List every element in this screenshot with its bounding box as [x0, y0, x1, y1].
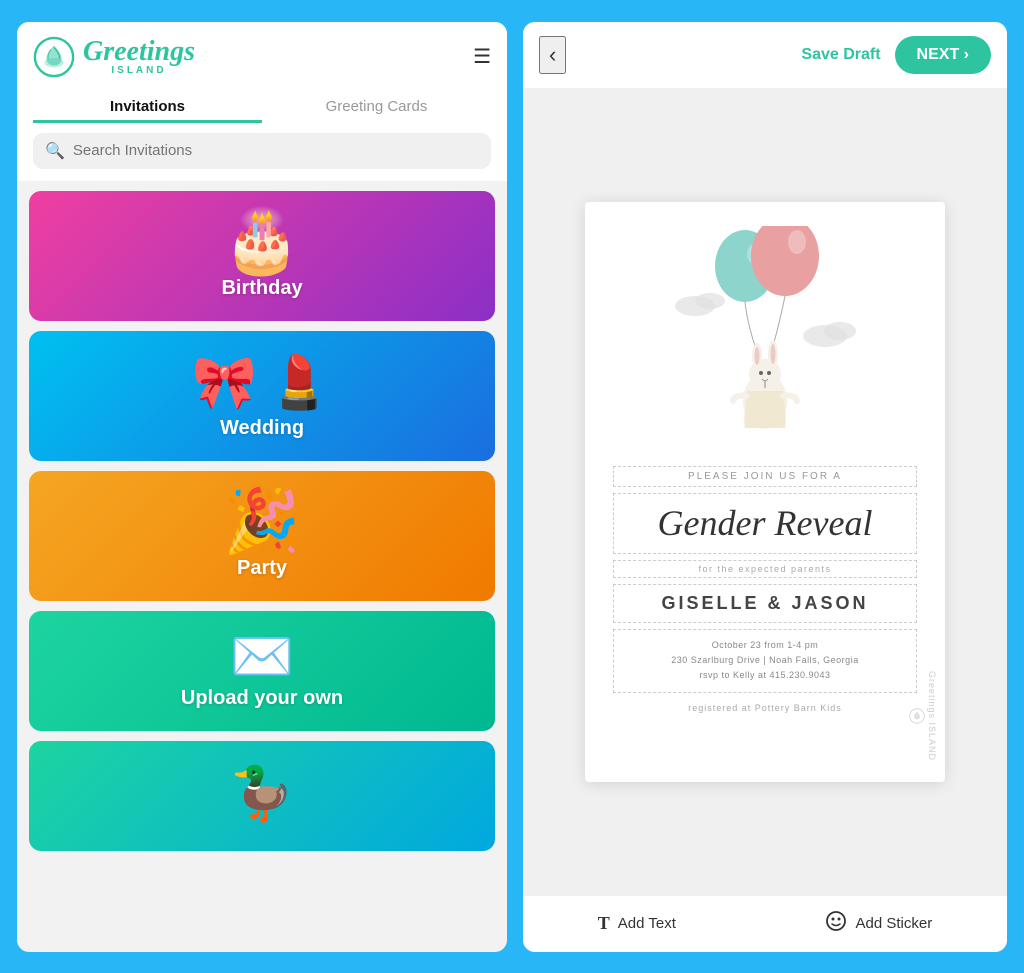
gender-reveal-box: Gender Reveal — [613, 493, 917, 554]
hamburger-menu[interactable]: ☰ — [473, 44, 491, 69]
search-bar: 🔍 — [17, 123, 507, 181]
category-wedding[interactable]: 🎀 💄 Wedding — [29, 331, 495, 461]
search-icon: 🔍 — [45, 141, 65, 161]
balloons-svg — [665, 226, 865, 456]
watermark: Greetings ISLAND — [909, 671, 937, 761]
logo-main-text: Greetings — [83, 38, 195, 66]
logo-text: Greetings ISLAND — [83, 38, 195, 76]
birthday-label: Birthday — [221, 277, 302, 300]
right-panel: ‹ Save Draft NEXT › — [523, 22, 1007, 952]
balloons-area — [613, 226, 917, 466]
gender-reveal-title: Gender Reveal — [626, 502, 904, 545]
add-text-button[interactable]: T Add Text — [598, 913, 676, 934]
category-party[interactable]: 🎉 Party — [29, 471, 495, 601]
header: Greetings ISLAND ☰ Invitations Greeting … — [17, 22, 507, 123]
watermark-icon — [909, 708, 925, 724]
sticker-icon — [825, 910, 847, 938]
search-input-wrap[interactable]: 🔍 — [33, 133, 491, 169]
category-birthday[interactable]: 🎂 Birthday — [29, 191, 495, 321]
text-icon: T — [598, 913, 610, 934]
wedding-icons: 🎀 💄 — [192, 352, 332, 413]
categories-list: 🎂 Birthday 🎀 💄 Wedding 🎉 Party ✉️ Upload… — [17, 181, 507, 952]
invitation-card: PLEASE JOIN US FOR A Gender Reveal for t… — [585, 202, 945, 782]
card-preview-area: PLEASE JOIN US FOR A Gender Reveal for t… — [523, 88, 1007, 896]
upload-icon: ✉️ — [230, 631, 295, 683]
header-actions: Save Draft NEXT › — [801, 36, 991, 74]
right-footer: T Add Text Add Sticker — [523, 896, 1007, 952]
save-draft-button[interactable]: Save Draft — [801, 46, 880, 64]
back-icon: ‹ — [549, 42, 556, 67]
birthday-icon: 🎂 — [223, 211, 300, 273]
left-panel: Greetings ISLAND ☰ Invitations Greeting … — [17, 22, 507, 952]
add-sticker-button[interactable]: Add Sticker — [825, 910, 932, 938]
right-header: ‹ Save Draft NEXT › — [523, 22, 1007, 88]
please-join-text: PLEASE JOIN US FOR A — [613, 466, 917, 487]
tab-bar: Invitations Greeting Cards — [33, 88, 491, 123]
tab-invitations[interactable]: Invitations — [33, 88, 262, 123]
lipstick-icon: 💄 — [267, 352, 332, 413]
details-text: October 23 from 1-4 pm 230 Szarlburg Dri… — [626, 638, 904, 684]
upload-label: Upload your own — [181, 687, 343, 710]
names-text: GISELLE & JASON — [622, 593, 908, 614]
category-upload[interactable]: ✉️ Upload your own — [29, 611, 495, 731]
search-input[interactable] — [73, 142, 479, 159]
tab-greeting-cards[interactable]: Greeting Cards — [262, 88, 491, 123]
registered-text: registered at Pottery Barn Kids — [688, 703, 842, 713]
back-button[interactable]: ‹ — [539, 36, 566, 74]
party-label: Party — [237, 557, 287, 580]
for-expected-text: for the expected parents — [613, 560, 917, 578]
logo-icon — [33, 36, 75, 78]
category-baby[interactable]: 🦆 — [29, 741, 495, 851]
logo-sub-text: ISLAND — [83, 66, 195, 76]
bowtie-icon: 🎀 — [192, 352, 257, 413]
wedding-label: Wedding — [220, 417, 304, 440]
details-box: October 23 from 1-4 pm 230 Szarlburg Dri… — [613, 629, 917, 693]
logo-row: Greetings ISLAND ☰ — [33, 36, 491, 88]
next-button[interactable]: NEXT › — [895, 36, 991, 74]
baby-icon: 🦆 — [230, 768, 295, 820]
logo-area: Greetings ISLAND — [33, 36, 195, 78]
card-text-area: PLEASE JOIN US FOR A Gender Reveal for t… — [613, 466, 917, 713]
party-icon: 🎉 — [223, 491, 300, 553]
names-box: GISELLE & JASON — [613, 584, 917, 623]
